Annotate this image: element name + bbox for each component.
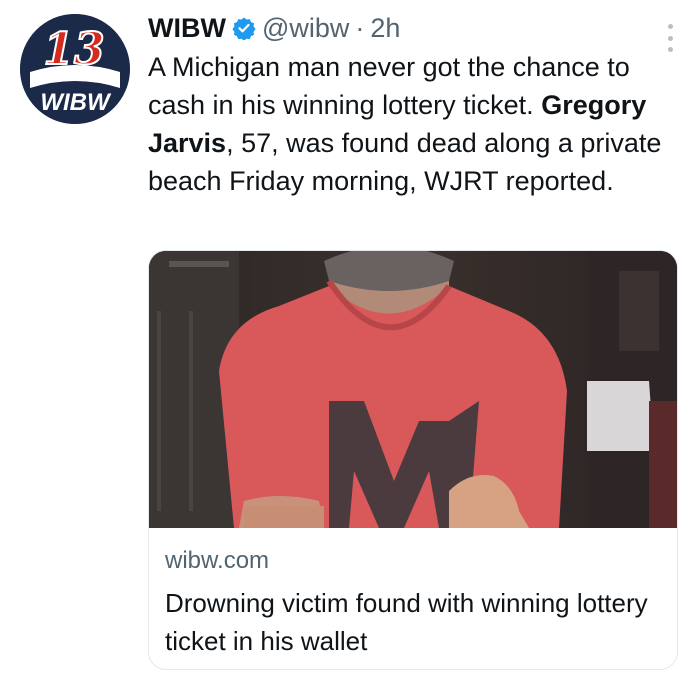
svg-text:WIBW: WIBW [40, 89, 112, 116]
more-vertical-icon[interactable] [666, 24, 674, 52]
card-meta: wibw.com Drowning victim found with winn… [149, 528, 677, 660]
author-handle[interactable]: @wibw [262, 11, 349, 45]
tweet[interactable]: 13 WIBW WIBW @wibw · 2h A Michigan man n… [0, 0, 700, 678]
card-image[interactable] [149, 251, 677, 528]
card-title[interactable]: Drowning victim found with winning lotte… [165, 584, 661, 660]
tweet-content: WIBW @wibw · 2h A Michigan man never got… [148, 10, 680, 200]
author-display-name[interactable]: WIBW [148, 11, 226, 45]
svg-text:13: 13 [43, 24, 104, 75]
avatar[interactable]: 13 WIBW [20, 14, 130, 124]
man-in-red-shirt-photo [149, 251, 677, 528]
card-domain: wibw.com [165, 547, 270, 574]
verified-badge-icon [232, 17, 256, 40]
tweet-text: A Michigan man never got the chance to c… [148, 48, 678, 200]
tweet-header: WIBW @wibw · 2h [148, 10, 680, 46]
wibw-13-logo-icon: 13 WIBW [20, 14, 130, 124]
link-preview-card[interactable]: wibw.com Drowning victim found with winn… [148, 250, 678, 670]
tweet-timestamp[interactable]: 2h [370, 11, 400, 45]
header-separator: · [355, 13, 365, 43]
